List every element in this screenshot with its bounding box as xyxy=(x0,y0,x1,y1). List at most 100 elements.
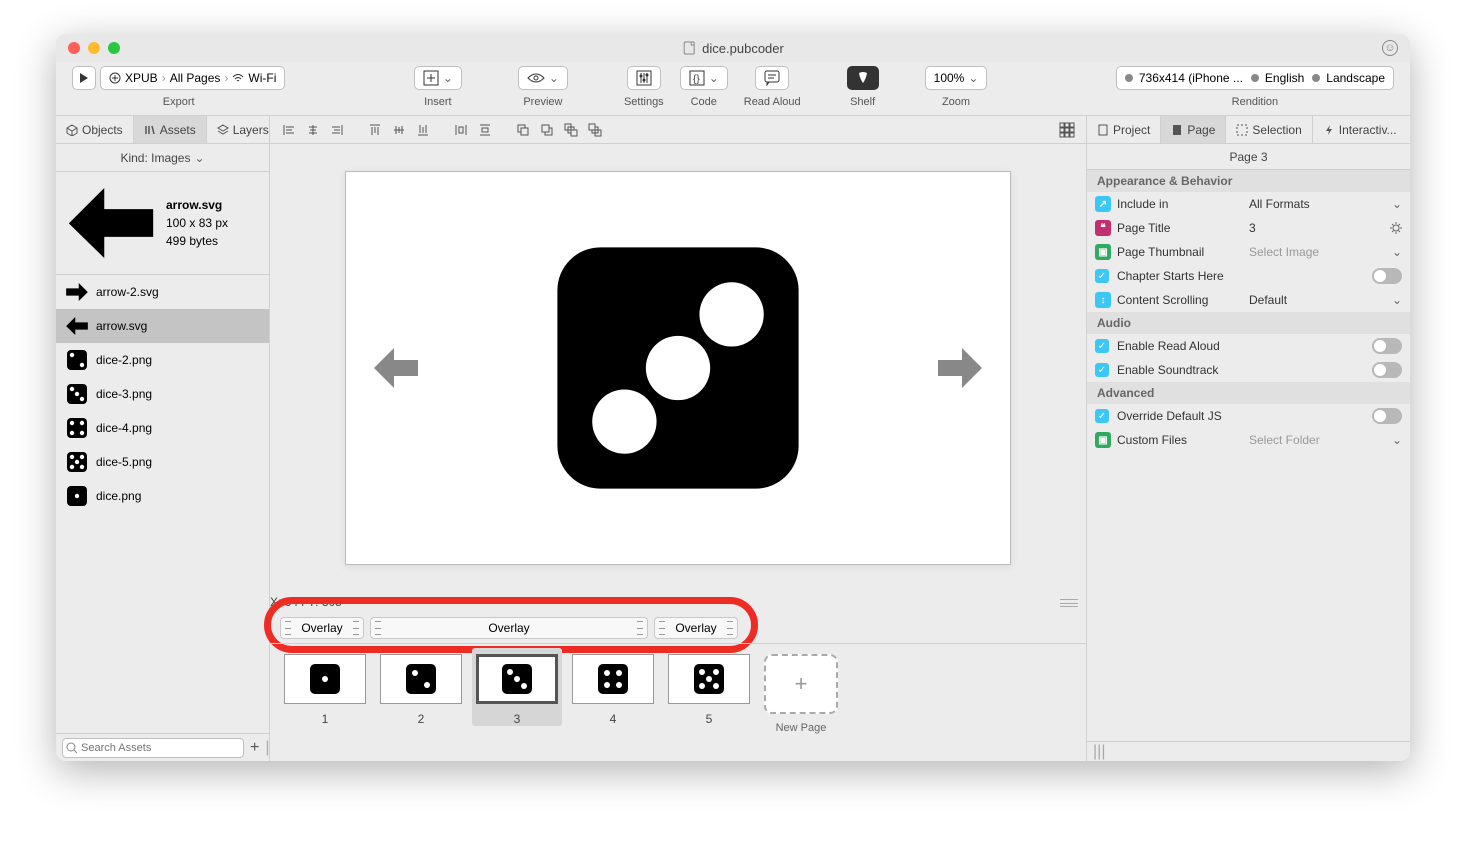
toggle-override-js[interactable] xyxy=(1372,408,1402,424)
speech-icon xyxy=(764,70,780,86)
window-title: dice.pubcoder xyxy=(682,41,784,56)
overlay-1[interactable]: Overlay xyxy=(280,617,364,639)
canvas-coords: X: 644 Y: 305 xyxy=(270,595,1086,609)
asset-item[interactable]: arrow-2.svg xyxy=(56,275,269,309)
zoom-group: 100%⌄ Zoom xyxy=(925,62,988,108)
code-button[interactable]: {}⌄ xyxy=(680,66,728,90)
prop-custom-files[interactable]: ▣ Custom Files Select Folder⌄ xyxy=(1087,428,1410,452)
align-middle-button[interactable] xyxy=(388,120,410,140)
add-asset-button[interactable]: + xyxy=(250,739,259,757)
panel-handle[interactable]: ||| xyxy=(1093,743,1105,761)
grid-icon xyxy=(1059,122,1075,138)
tab-selection[interactable]: Selection xyxy=(1226,116,1312,143)
gear-icon[interactable] xyxy=(1390,222,1402,234)
right-tabs: Project Page Selection Interactiv... xyxy=(1087,116,1410,144)
canvas-viewport xyxy=(270,144,1086,591)
page-thumb-1[interactable]: 1 xyxy=(284,654,366,726)
center-area: X: 644 Y: 305 Overlay Overlay Overlay 12… xyxy=(270,116,1086,761)
page-thumb-3[interactable]: 3 xyxy=(472,648,562,726)
asset-item[interactable]: dice-2.png xyxy=(56,343,269,377)
shelf-button[interactable] xyxy=(847,66,879,90)
tab-interactivity[interactable]: Interactiv... xyxy=(1313,116,1407,143)
prop-override-js[interactable]: ✓Override Default JS xyxy=(1087,404,1410,428)
page-thumb-4[interactable]: 4 xyxy=(572,654,654,726)
help-button[interactable]: ☺ xyxy=(1382,40,1398,56)
tab-assets[interactable]: Assets xyxy=(134,116,207,143)
export-breadcrumb[interactable]: XPUB › All Pages › Wi-Fi xyxy=(100,66,285,90)
maximize-button[interactable] xyxy=(108,42,120,54)
kind-selector[interactable]: Kind: Images⌄ xyxy=(56,144,269,172)
prop-read-aloud[interactable]: ✓Enable Read Aloud xyxy=(1087,334,1410,358)
preview-button[interactable]: ⌄ xyxy=(518,66,568,90)
page-thumbnails: 12345+New Page xyxy=(270,643,1086,761)
grid-toggle-button[interactable] xyxy=(1056,120,1078,140)
tab-project[interactable]: Project xyxy=(1087,116,1161,143)
prop-soundtrack[interactable]: ✓Enable Soundtrack xyxy=(1087,358,1410,382)
align-right-button[interactable] xyxy=(326,120,348,140)
rendition-button[interactable]: 736x414 (iPhone ... English Landscape xyxy=(1116,66,1394,90)
minimize-button[interactable] xyxy=(88,42,100,54)
toggle-soundtrack[interactable] xyxy=(1372,362,1402,378)
toolbar: XPUB › All Pages › Wi-Fi Export ⌄ Insert… xyxy=(56,62,1410,116)
tab-objects[interactable]: Objects xyxy=(56,116,134,143)
page-icon xyxy=(1171,124,1183,136)
send-back-button[interactable] xyxy=(584,120,606,140)
bring-front-button[interactable] xyxy=(560,120,582,140)
distribute-group xyxy=(450,120,496,140)
search-assets-input[interactable] xyxy=(62,738,244,758)
dice-3-image xyxy=(544,234,812,502)
bring-forward-button[interactable] xyxy=(512,120,534,140)
next-page-arrow[interactable] xyxy=(938,348,982,388)
svg-text:{}: {} xyxy=(693,74,700,85)
distribute-v-button[interactable] xyxy=(474,120,496,140)
preview-group: ⌄ Preview xyxy=(518,62,568,108)
pane-drag-handle[interactable] xyxy=(1060,599,1078,607)
folder-icon: ▣ xyxy=(1095,432,1111,448)
asset-item[interactable]: dice-5.png xyxy=(56,445,269,479)
shelf-group: Shelf xyxy=(847,62,879,108)
prop-page-thumbnail[interactable]: ▣ Page Thumbnail Select Image⌄ xyxy=(1087,240,1410,264)
section-audio: Audio xyxy=(1087,312,1410,334)
new-page-button[interactable]: +New Page xyxy=(764,654,838,734)
main-body: Objects Assets Layers Kind: Images⌄ arro… xyxy=(56,116,1410,761)
align-top-button[interactable] xyxy=(364,120,386,140)
align-left-button[interactable] xyxy=(278,120,300,140)
prop-include-in[interactable]: ↗ Include in All Formats⌄ xyxy=(1087,192,1410,216)
prop-page-title[interactable]: ❝ Page Title 3 xyxy=(1087,216,1410,240)
play-button[interactable] xyxy=(72,66,96,90)
insert-group: ⌄ Insert xyxy=(414,62,462,108)
align-center-button[interactable] xyxy=(302,120,324,140)
prop-chapter-starts[interactable]: ✓Chapter Starts Here xyxy=(1087,264,1410,288)
asset-item[interactable]: dice.png xyxy=(56,479,269,513)
check-icon: ✓ xyxy=(1095,363,1109,377)
canvas[interactable] xyxy=(345,171,1011,565)
overlay-row: Overlay Overlay Overlay xyxy=(270,613,1086,643)
tab-page[interactable]: Page xyxy=(1161,116,1226,143)
insert-button[interactable]: ⌄ xyxy=(414,66,462,90)
asset-list: arrow-2.svgarrow.svgdice-2.pngdice-3.png… xyxy=(56,275,269,733)
page-thumb-2[interactable]: 2 xyxy=(380,654,462,726)
page-thumb-5[interactable]: 5 xyxy=(668,654,750,726)
settings-button[interactable] xyxy=(627,66,661,90)
asset-item[interactable]: arrow.svg xyxy=(56,309,269,343)
asset-preview: arrow.svg 100 x 83 px 499 bytes xyxy=(56,172,269,275)
read-aloud-button[interactable] xyxy=(755,66,789,90)
asset-item[interactable]: dice-3.png xyxy=(56,377,269,411)
overlay-2[interactable]: Overlay xyxy=(370,617,648,639)
align-bottom-button[interactable] xyxy=(412,120,434,140)
send-backward-button[interactable] xyxy=(536,120,558,140)
play-icon xyxy=(79,73,89,83)
distribute-h-button[interactable] xyxy=(450,120,472,140)
bolt-icon xyxy=(1323,124,1335,136)
overlay-3[interactable]: Overlay xyxy=(654,617,738,639)
tab-layers[interactable]: Layers xyxy=(207,116,280,143)
code-label: Code xyxy=(691,96,717,108)
zoom-button[interactable]: 100%⌄ xyxy=(925,66,988,90)
prop-content-scrolling[interactable]: ↕ Content Scrolling Default⌄ xyxy=(1087,288,1410,312)
close-button[interactable] xyxy=(68,42,80,54)
check-icon: ✓ xyxy=(1095,409,1109,423)
prev-page-arrow[interactable] xyxy=(374,348,418,388)
toggle-chapter[interactable] xyxy=(1372,268,1402,284)
asset-item[interactable]: dice-4.png xyxy=(56,411,269,445)
toggle-read-aloud[interactable] xyxy=(1372,338,1402,354)
